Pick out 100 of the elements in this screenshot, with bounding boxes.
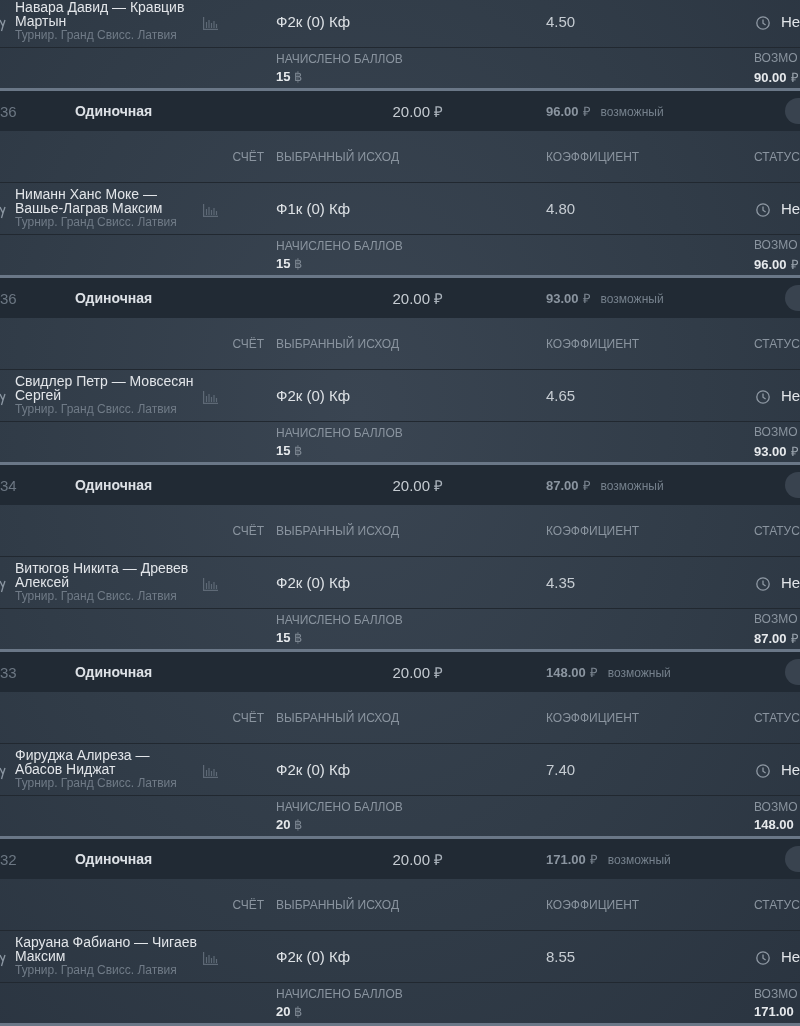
coefficient-value: 4.35 [546,574,577,591]
possible-win-amount: 96.00 ₽ [546,103,591,120]
column-header: ВЫБРАННЫЙ ИСХОД [276,710,400,725]
sport-icon [0,391,7,406]
stake-amount: 20.00 ₽ [392,476,443,495]
stake-amount: 20.00 ₽ [392,850,443,869]
possible-win-amount: 148.00 [754,817,795,832]
possible-win-amount: 90.00 ₽ [754,68,800,86]
possible-win-label: ВОЗМО [754,611,799,626]
bet-type: Одиночная [75,664,154,680]
column-header: КОЭФФИЦИЕНТ [546,149,640,164]
possible-win-amount: 171.00 ₽ [546,851,598,868]
possible-win-label: ВОЗМО [754,987,799,1001]
selected-outcome: Ф2к (0) Кф [276,948,352,965]
bet-type: Одиночная [75,290,154,306]
bar-chart-icon[interactable] [203,17,218,30]
coefficient-value: 4.50 [546,13,577,30]
column-header: ВЫБРАННЫЙ ИСХОД [276,523,400,538]
clock-icon [756,576,770,591]
sport-icon [0,952,7,967]
match-name[interactable]: Каруана Фабиано — Чигаев Максим [15,935,199,963]
match-name[interactable]: Ниманн Ханс Моке — Вашье-Лаграв Максим [15,187,199,215]
match-name[interactable]: Фируджа Алиреза — Абасов Ниджат [15,748,199,776]
selected-outcome: Ф2к (0) Кф [276,387,352,404]
bet-number: 32 [0,850,18,868]
points-label: НАЧИСЛЕНО БАЛЛОВ [276,800,404,814]
column-header: СТАТУС [754,897,800,912]
points-label: НАЧИСЛЕНО БАЛЛОВ [276,239,404,253]
possible-win-amount: 93.00 ₽ [754,442,800,460]
status-text: Не [781,948,800,965]
match-name[interactable]: Свидлер Петр — Мовсесян Сергей [15,374,199,402]
possible-win-label: возможный [607,853,671,867]
toggle-button[interactable] [785,846,800,872]
toggle-button[interactable] [785,285,800,311]
points-value: 15 ฿ [276,69,304,84]
selected-outcome: Ф2к (0) Кф [276,13,352,30]
bar-chart-icon[interactable] [203,952,218,965]
column-header: КОЭФФИЦИЕНТ [546,336,640,351]
coefficient-value: 4.65 [546,387,577,404]
points-value: 15 ฿ [276,630,304,645]
bar-chart-icon[interactable] [203,578,218,591]
status-text: Не [781,13,800,30]
status-text: Не [781,387,800,404]
bet-type: Одиночная [75,851,154,867]
bet-number: 34 [0,476,18,494]
possible-win-amount: 93.00 ₽ [546,290,591,307]
tournament-name: Турнир. Гранд Свисс. Латвия [15,776,178,791]
column-header: КОЭФФИЦИЕНТ [546,897,640,912]
clock-icon [756,202,770,217]
toggle-button[interactable] [785,98,800,124]
selected-outcome: Ф2к (0) Кф [276,574,352,591]
selected-outcome: Ф1к (0) Кф [276,200,352,217]
sport-icon [0,578,7,593]
possible-win-amount: 87.00 ₽ [754,629,800,647]
points-label: НАЧИСЛЕНО БАЛЛОВ [276,613,404,627]
column-header: СТАТУС [754,336,800,351]
column-header: СЧЁТ [232,336,265,351]
possible-win-amount: 148.00 ₽ [546,664,598,681]
tournament-name: Турнир. Гранд Свисс. Латвия [15,402,178,417]
possible-win-label: ВОЗМО [754,50,799,65]
clock-icon [756,15,770,30]
coefficient-value: 7.40 [546,761,577,778]
bar-chart-icon[interactable] [203,765,218,778]
points-label: НАЧИСЛЕНО БАЛЛОВ [276,52,404,66]
tournament-name: Турнир. Гранд Свисс. Латвия [15,215,178,230]
status-text: Не [781,200,800,217]
bet-type: Одиночная [75,477,154,493]
points-label: НАЧИСЛЕНО БАЛЛОВ [276,426,404,440]
stake-amount: 20.00 ₽ [392,663,443,682]
sport-icon [0,17,7,32]
stake-amount: 20.00 ₽ [392,102,443,121]
column-header: СЧЁТ [232,149,265,164]
possible-win-label: ВОЗМО [754,800,799,814]
toggle-button[interactable] [785,472,800,498]
column-header: СТАТУС [754,523,800,538]
points-value: 20 ฿ [276,817,304,832]
coefficient-value: 8.55 [546,948,577,965]
column-header: КОЭФФИЦИЕНТ [546,523,640,538]
tournament-name: Турнир. Гранд Свисс. Латвия [15,963,178,978]
selected-outcome: Ф2к (0) Кф [276,761,352,778]
column-header: СТАТУС [754,149,800,164]
match-name[interactable]: Навара Давид — Кравцив Мартын [15,0,199,28]
sport-icon [0,765,7,780]
clock-icon [756,950,770,965]
toggle-button[interactable] [785,659,800,685]
column-header: КОЭФФИЦИЕНТ [546,710,640,725]
match-name[interactable]: Витюгов Никита — Древев Алексей [15,561,199,589]
tournament-name: Турнир. Гранд Свисс. Латвия [15,589,178,604]
column-header: СЧЁТ [232,710,265,725]
status-text: Не [781,761,800,778]
possible-win-label: возможный [600,105,664,119]
bet-type: Одиночная [75,103,154,119]
bet-number: 36 [0,289,18,307]
bar-chart-icon[interactable] [203,391,218,404]
stake-amount: 20.00 ₽ [392,289,443,308]
bet-number: 36 [0,102,18,120]
points-label: НАЧИСЛЕНО БАЛЛОВ [276,987,404,1001]
possible-win-label: возможный [600,292,664,306]
bar-chart-icon[interactable] [203,204,218,217]
column-header: СЧЁТ [232,897,265,912]
